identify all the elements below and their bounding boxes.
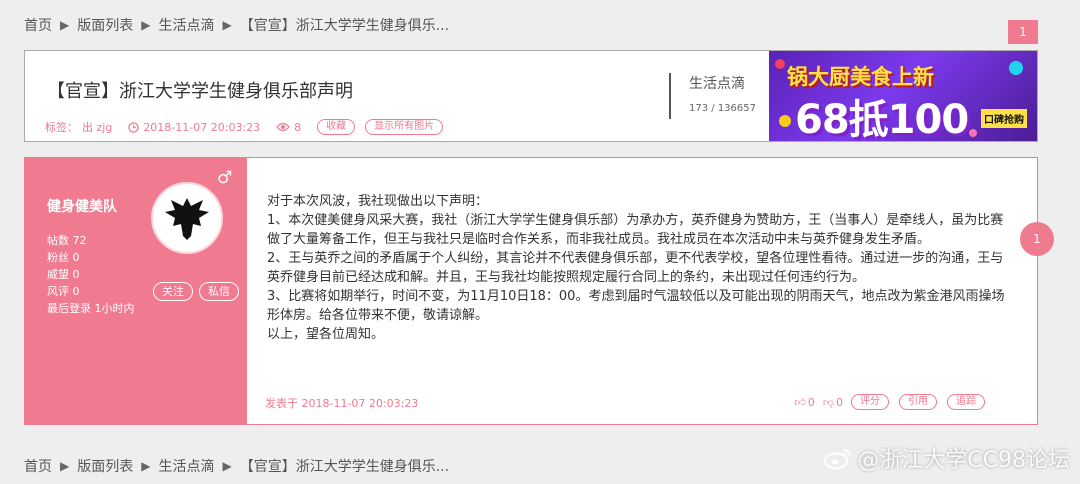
post-card: 健身健美队 帖数 72 粉丝 0 威望 0 风评 0 最后登录 1小时内 ♂ 关… <box>24 157 1038 425</box>
ad-banner[interactable]: 锅大厨美食上新 68抵100 口碑抢购 <box>769 51 1037 141</box>
user-stat-reputation: 风评 0 <box>47 285 80 298</box>
follow-button[interactable]: 关注 <box>153 282 193 301</box>
weibo-logo-icon <box>824 449 852 470</box>
topic-header-card: 【官宣】浙江大学学生健身俱乐部声明 标签： 出 zjg 2018-11-07 2… <box>24 50 1038 142</box>
ad-offer: 68抵100 <box>795 97 969 141</box>
topic-author[interactable]: 出 zjg <box>82 119 112 135</box>
breadcrumb: 首页 ▶ 版面列表 ▶ 生活点滴 ▶ 【官宣】浙江大学学生健身俱乐... <box>24 15 449 35</box>
topic-title: 【官宣】浙江大学学生健身俱乐部声明 <box>47 81 353 102</box>
like-button[interactable]: 👍︎ 0 <box>794 396 815 409</box>
post-paragraph: 2、王与英乔之间的矛盾属于个人纠纷，其言论并不代表健身俱乐部，更不代表学校，望各… <box>267 251 1004 285</box>
chevron-right-icon: ▶ <box>141 18 151 32</box>
user-stat-fans: 粉丝 0 <box>47 251 80 264</box>
quote-button[interactable]: 引用 <box>899 394 937 410</box>
post-paragraph: 1、本次健美健身风采大赛，我社（浙江大学学生健身俱乐部）为承办方，英乔健身为赞助… <box>267 213 1004 247</box>
dislike-count: 0 <box>836 395 843 409</box>
male-gender-icon: ♂ <box>217 168 233 188</box>
watermark: @浙江大学CC98论坛 <box>823 442 1070 474</box>
tags-label: 标签： <box>45 121 78 134</box>
board-name[interactable]: 生活点滴 <box>689 73 756 93</box>
topic-tags: 标签： 出 zjg <box>45 119 112 135</box>
user-stat-posts: 帖数 72 <box>47 234 87 247</box>
views-count: 8 <box>294 120 302 134</box>
post-content: 对于本次风波，我社现做出以下声明： 1、本次健美健身风采大赛，我社（浙江大学学生… <box>267 192 1007 344</box>
eagle-logo-icon <box>165 198 209 240</box>
user-stat-prestige: 威望 0 <box>47 268 80 281</box>
like-count: 0 <box>807 395 815 409</box>
confetti-decoration <box>1009 61 1023 75</box>
breadcrumb-home[interactable]: 首页 <box>24 15 52 35</box>
user-stats: 帖数 72 粉丝 0 威望 0 风评 0 最后登录 1小时内 <box>47 232 135 317</box>
chevron-right-icon: ▶ <box>60 18 70 32</box>
breadcrumb-home[interactable]: 首页 <box>24 456 52 476</box>
trace-button[interactable]: 追踪 <box>947 394 985 410</box>
username[interactable]: 健身健美队 <box>47 196 117 216</box>
breadcrumb-board[interactable]: 生活点滴 <box>158 456 214 476</box>
breadcrumb-board[interactable]: 生活点滴 <box>158 15 214 35</box>
user-stat-last-login: 最后登录 1小时内 <box>47 302 135 315</box>
post-time: 发表于 2018-11-07 20:03:23 <box>265 397 419 410</box>
breadcrumb-board-list[interactable]: 版面列表 <box>77 456 133 476</box>
breadcrumb-topic: 【官宣】浙江大学学生健身俱乐... <box>239 18 450 34</box>
post-paragraph: 以上，望各位周知。 <box>267 327 385 342</box>
confetti-decoration <box>969 129 977 137</box>
pagination-current-top[interactable]: 1 <box>1008 20 1038 44</box>
floor-number[interactable]: 1 <box>1020 222 1054 256</box>
topic-datetime: 2018-11-07 20:03:23 <box>128 121 260 134</box>
user-action-buttons: 关注 私信 <box>153 282 239 301</box>
confetti-decoration <box>775 59 785 69</box>
favorite-button[interactable]: 收藏 <box>317 119 356 135</box>
post-actions: 👍︎ 0 👎︎ 0 评分 引用 追踪 <box>794 394 989 410</box>
chevron-right-icon: ▶ <box>222 18 232 32</box>
avatar[interactable] <box>151 182 223 254</box>
user-panel: 健身健美队 帖数 72 粉丝 0 威望 0 风评 0 最后登录 1小时内 ♂ 关… <box>25 158 247 424</box>
thumbs-up-icon: 👍︎ <box>794 395 806 409</box>
board-stats: 173 / 136657 <box>689 103 756 114</box>
post-paragraph: 对于本次风波，我社现做出以下声明： <box>267 194 489 209</box>
breadcrumb-board-list[interactable]: 版面列表 <box>77 15 133 35</box>
show-all-images-button[interactable]: 显示所有图片 <box>365 119 444 135</box>
confetti-decoration <box>779 115 791 127</box>
datetime-text: 2018-11-07 20:03:23 <box>143 120 261 134</box>
post-paragraph: 3、比赛将如期举行，时间不变，为11月10日18：00。考虑到届时气温较低以及可… <box>267 289 1005 323</box>
topic-meta: 标签： 出 zjg 2018-11-07 20:03:23 8 收藏 显示所有图… <box>45 119 447 135</box>
breadcrumb-bottom: 首页 ▶ 版面列表 ▶ 生活点滴 ▶ 【官宣】浙江大学学生健身俱乐... <box>24 456 449 476</box>
chevron-right-icon: ▶ <box>222 459 232 473</box>
rate-button[interactable]: 评分 <box>851 394 889 410</box>
eye-icon <box>276 122 290 132</box>
private-message-button[interactable]: 私信 <box>199 282 239 301</box>
breadcrumb-topic: 【官宣】浙江大学学生健身俱乐... <box>239 459 450 475</box>
watermark-text: @浙江大学CC98论坛 <box>857 448 1070 473</box>
chevron-right-icon: ▶ <box>60 459 70 473</box>
board-info: 生活点滴 173 / 136657 <box>669 73 756 119</box>
chevron-right-icon: ▶ <box>141 459 151 473</box>
thumbs-down-icon: 👎︎ <box>822 395 834 409</box>
topic-views: 8 <box>276 121 301 134</box>
dislike-button[interactable]: 👎︎ 0 <box>823 396 843 409</box>
clock-icon <box>128 121 140 133</box>
ad-tag: 口碑抢购 <box>981 109 1027 128</box>
